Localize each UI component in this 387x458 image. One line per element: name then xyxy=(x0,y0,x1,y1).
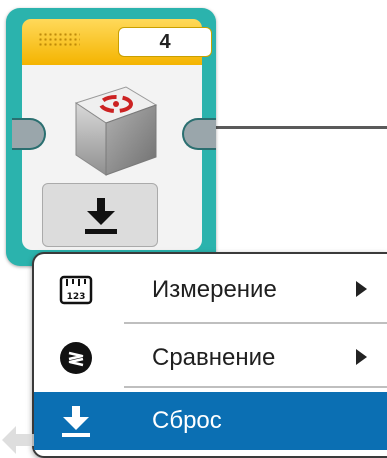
input-plug-left[interactable] xyxy=(12,118,46,150)
submenu-arrow-icon xyxy=(356,349,367,365)
menu-item-measure[interactable]: 123 Измерение xyxy=(34,260,387,320)
menu-item-label: Сравнение xyxy=(152,344,276,371)
block-body xyxy=(22,65,202,250)
reset-download-icon xyxy=(85,198,117,234)
measure-ruler-icon: 123 xyxy=(59,275,93,305)
rotation-sensor-icon xyxy=(74,86,158,176)
port-selector[interactable]: 4 xyxy=(118,27,212,57)
submenu-arrow-icon xyxy=(356,281,367,297)
drag-grip-icon[interactable] xyxy=(38,32,80,46)
connection-wire xyxy=(210,126,387,129)
block-header[interactable]: 4 xyxy=(22,19,212,65)
menu-divider xyxy=(124,322,387,324)
cursor-arrow-icon xyxy=(2,426,34,454)
output-plug-right[interactable] xyxy=(182,118,216,150)
mode-selector-button[interactable] xyxy=(42,183,158,247)
compare-icon xyxy=(60,342,92,374)
menu-item-label: Сброс xyxy=(152,407,222,434)
svg-text:123: 123 xyxy=(67,292,86,302)
menu-item-compare[interactable]: Сравнение xyxy=(34,328,387,388)
reset-download-icon xyxy=(62,406,90,437)
menu-divider xyxy=(124,386,387,388)
menu-item-label: Измерение xyxy=(152,276,277,303)
menu-item-reset[interactable]: Сброс xyxy=(34,392,387,450)
mode-dropdown-menu: 123 Измерение Сравнение Сброс xyxy=(32,252,387,458)
rotation-sensor-block[interactable]: 4 xyxy=(6,8,216,266)
